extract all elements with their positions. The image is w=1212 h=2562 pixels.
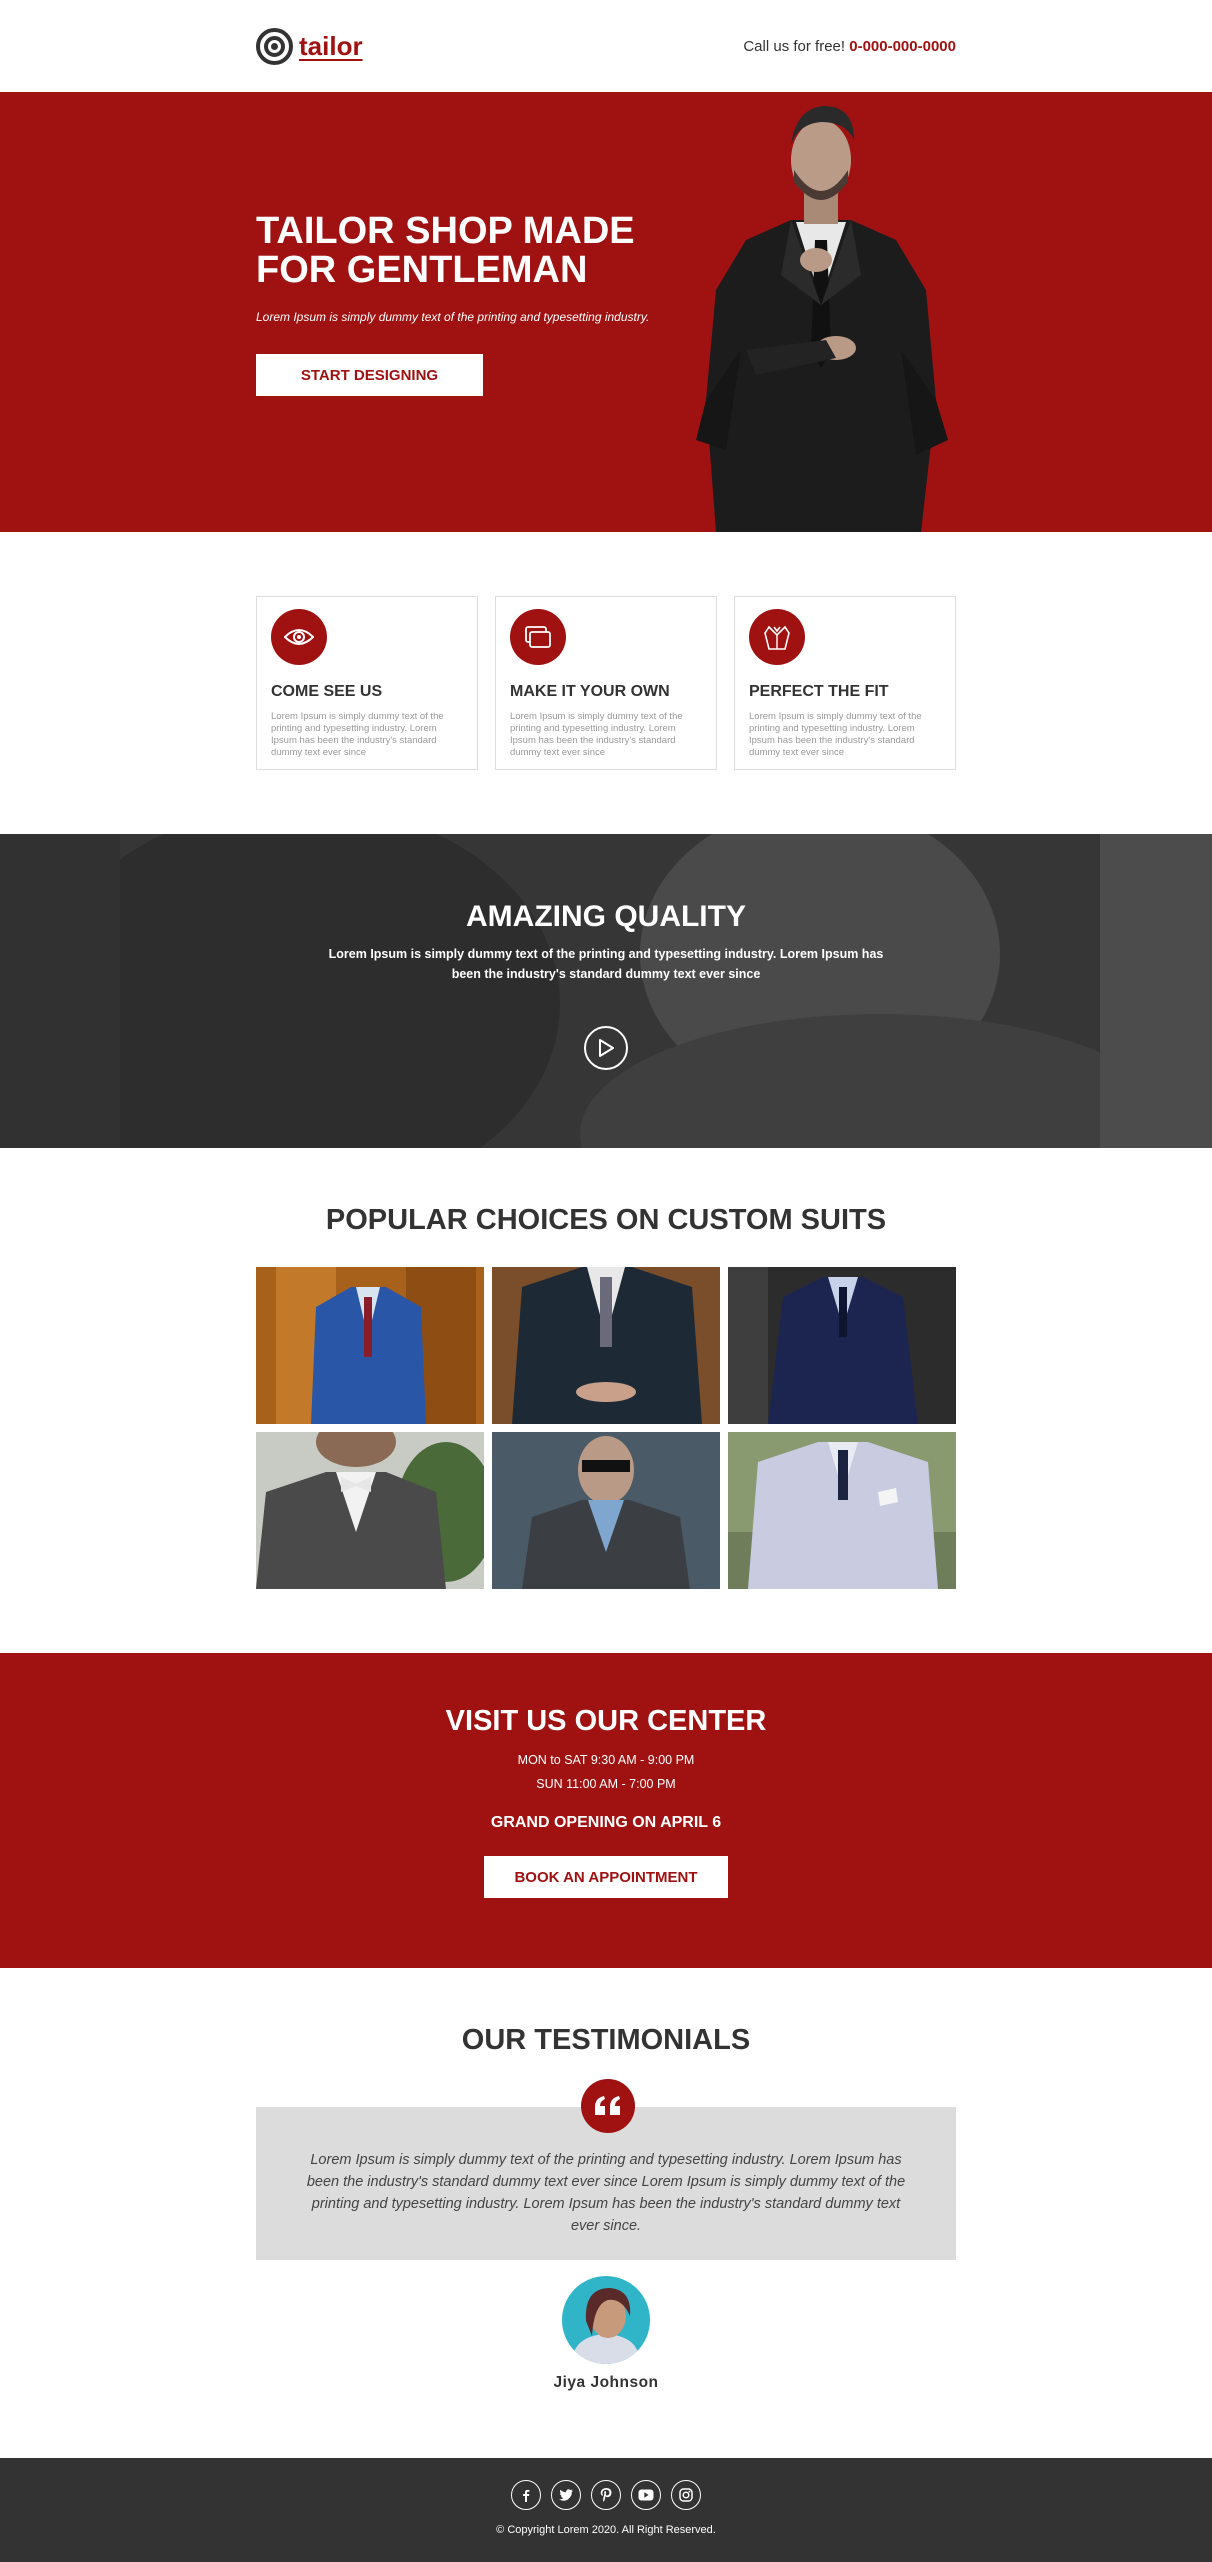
suit-photo[interactable] bbox=[492, 1432, 720, 1589]
logo-text: tailor bbox=[299, 30, 363, 61]
popular-suits-section: POPULAR CHOICES ON CUSTOM SUITS bbox=[0, 1148, 1212, 1653]
hero-subtitle: Lorem Ipsum is simply dummy text of the … bbox=[256, 310, 650, 324]
call-label: Call us for free! bbox=[743, 37, 846, 55]
play-icon bbox=[599, 1039, 614, 1057]
opening-hours: MON to SAT 9:30 AM - 9:00 PM SUN 11:00 A… bbox=[0, 1748, 1212, 1796]
suit-gallery bbox=[256, 1267, 956, 1589]
testimonials-title: OUR TESTIMONIALS bbox=[461, 2024, 751, 2056]
book-appointment-button[interactable]: BOOK AN APPOINTMENT bbox=[484, 1856, 728, 1898]
testimonials-section: OUR TESTIMONIALS Lorem Ipsum is simply d… bbox=[0, 1968, 1212, 2458]
cards-icon bbox=[510, 609, 566, 665]
site-header: tailor Call us for free! 0-000-000-0000 bbox=[0, 0, 1212, 92]
suit-photo[interactable] bbox=[256, 1267, 484, 1424]
quality-text: Lorem Ipsum is simply dummy text of the … bbox=[328, 947, 884, 981]
feature-card: MAKE IT YOUR OWN Lorem Ipsum is simply d… bbox=[495, 596, 717, 770]
visit-section: VISIT US OUR CENTER MON to SAT 9:30 AM -… bbox=[0, 1653, 1212, 1968]
feature-title: PERFECT THE FIT bbox=[749, 683, 889, 700]
phone-link[interactable]: 0-000-000-0000 bbox=[849, 38, 956, 55]
play-video-button[interactable] bbox=[584, 1026, 628, 1070]
feature-text: Lorem Ipsum is simply dummy text of the … bbox=[749, 711, 922, 758]
gallery-title: POPULAR CHOICES ON CUSTOM SUITS bbox=[325, 1204, 887, 1236]
target-logo-icon bbox=[256, 27, 293, 65]
testimonial-name: Jiya Johnson bbox=[553, 2374, 659, 2391]
quality-section: AMAZING QUALITY Lorem Ipsum is simply du… bbox=[0, 834, 1212, 1148]
quality-title: AMAZING QUALITY bbox=[466, 900, 746, 933]
feature-text: Lorem Ipsum is simply dummy text of the … bbox=[271, 711, 444, 758]
twitter-icon[interactable] bbox=[551, 2480, 581, 2510]
instagram-icon[interactable] bbox=[671, 2480, 701, 2510]
quote-icon bbox=[581, 2079, 635, 2133]
suit-icon bbox=[749, 609, 805, 665]
avatar bbox=[562, 2276, 650, 2364]
social-links bbox=[0, 2480, 1212, 2510]
suit-photo[interactable] bbox=[256, 1432, 484, 1589]
hero-model-image bbox=[696, 106, 948, 532]
hours-weekday: MON to SAT 9:30 AM - 9:00 PM bbox=[517, 1753, 695, 1767]
visit-title: VISIT US OUR CENTER bbox=[445, 1705, 767, 1737]
facebook-icon[interactable] bbox=[511, 2480, 541, 2510]
features-section: COME SEE US Lorem Ipsum is simply dummy … bbox=[0, 532, 1212, 834]
eye-icon bbox=[271, 609, 327, 665]
copyright: © Copyright Lorem 2020. All Right Reserv… bbox=[496, 2524, 716, 2536]
hours-sunday: SUN 11:00 AM - 7:00 PM bbox=[536, 1777, 676, 1791]
site-footer: © Copyright Lorem 2020. All Right Reserv… bbox=[0, 2458, 1212, 2562]
suit-photo[interactable] bbox=[728, 1267, 956, 1424]
logo[interactable]: tailor bbox=[256, 27, 363, 65]
feature-title: COME SEE US bbox=[271, 683, 383, 700]
suit-photo[interactable] bbox=[492, 1267, 720, 1424]
pinterest-icon[interactable] bbox=[591, 2480, 621, 2510]
youtube-icon[interactable] bbox=[631, 2480, 661, 2510]
feature-text: Lorem Ipsum is simply dummy text of the … bbox=[510, 711, 683, 758]
hero-title: TAILOR SHOP MADE FOR GENTLEMAN bbox=[256, 210, 635, 291]
call-info: Call us for free! 0-000-000-0000 bbox=[743, 38, 956, 55]
feature-card: COME SEE US Lorem Ipsum is simply dummy … bbox=[256, 596, 478, 770]
start-designing-button[interactable]: START DESIGNING bbox=[256, 354, 483, 396]
suit-photo[interactable] bbox=[728, 1432, 956, 1589]
hero-section: TAILOR SHOP MADE FOR GENTLEMAN Lorem Ips… bbox=[0, 92, 1212, 532]
grand-opening: GRAND OPENING ON APRIL 6 bbox=[490, 1814, 722, 1831]
feature-title: MAKE IT YOUR OWN bbox=[510, 683, 670, 700]
feature-card: PERFECT THE FIT Lorem Ipsum is simply du… bbox=[734, 596, 956, 770]
